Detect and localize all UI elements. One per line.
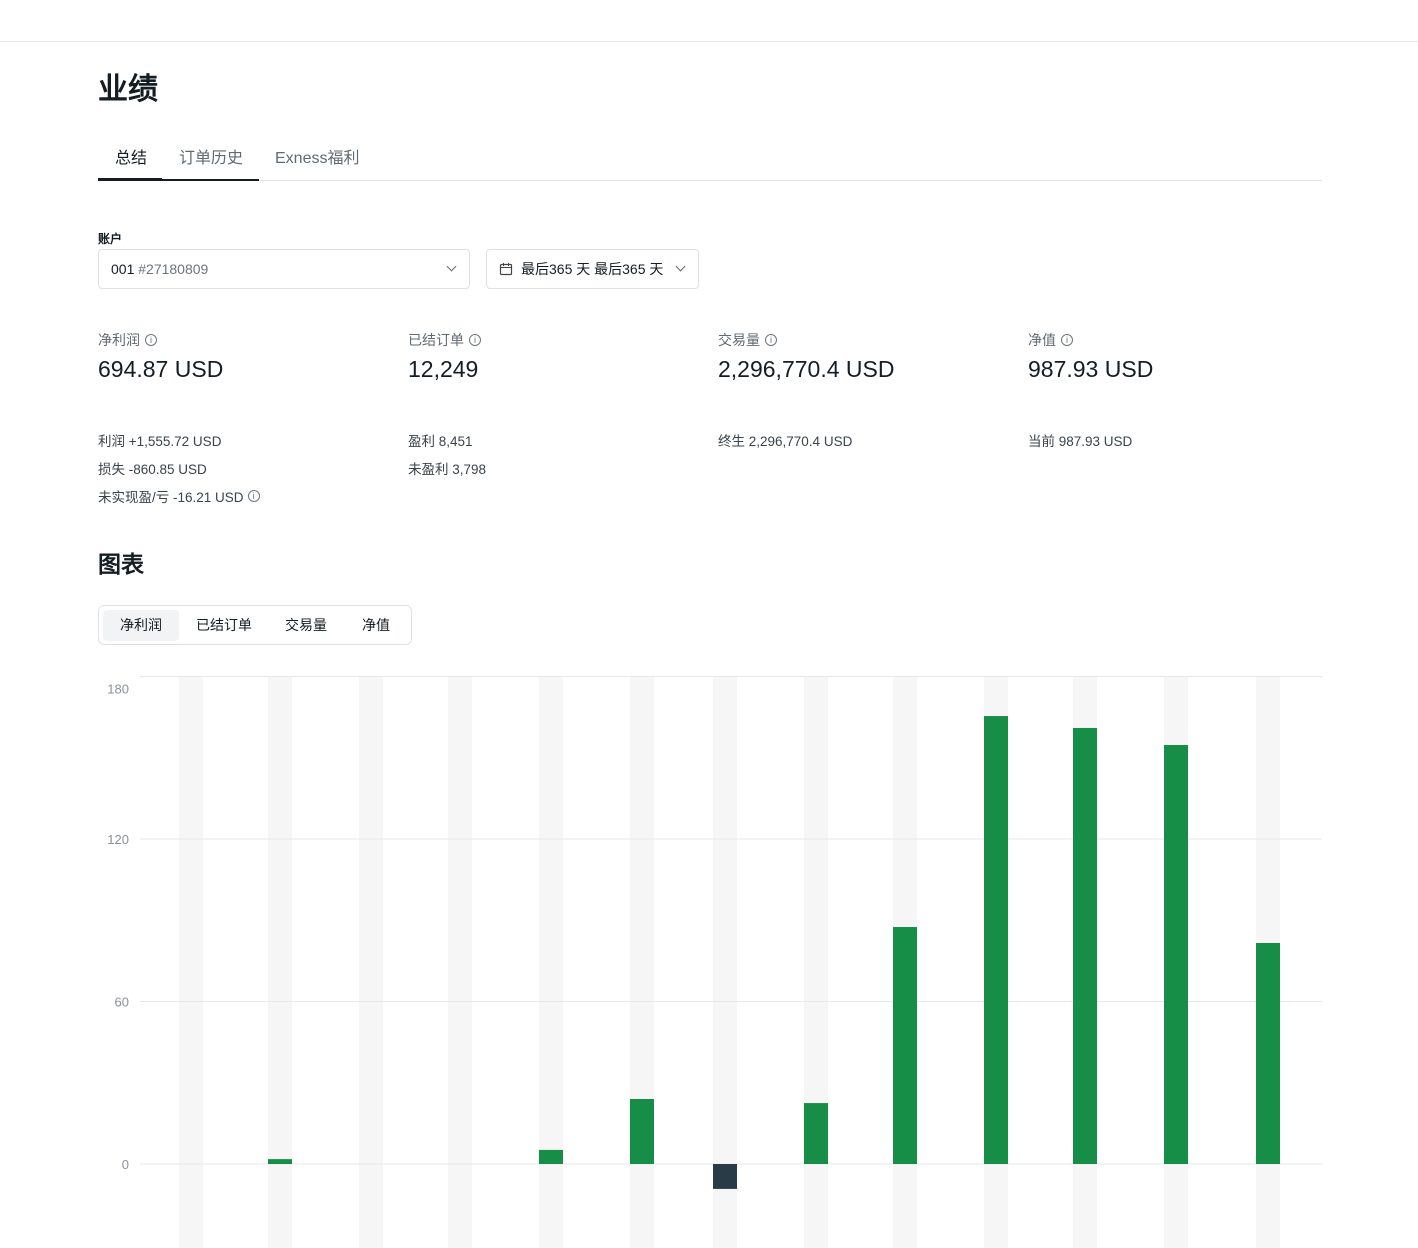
current-detail: 当前 987.93 USD <box>1028 434 1133 449</box>
metric-label: 已结订单 <box>408 332 464 348</box>
tab-exness-benefits[interactable]: Exness福利 <box>275 140 359 181</box>
account-id: #27180809 <box>138 261 209 277</box>
tab-order-history[interactable]: 订单历史 <box>162 140 259 181</box>
metric-value: 694.87 USD <box>98 356 224 382</box>
metric-label: 净利润 <box>98 332 140 348</box>
bar <box>539 1149 563 1164</box>
date-range-value: 最后365 天 最后365 天 <box>521 261 664 277</box>
calendar-icon <box>499 263 513 276</box>
tab-summary[interactable]: 总结 <box>98 140 162 181</box>
bar-track <box>179 676 203 1248</box>
top-bar <box>0 0 1418 42</box>
metric-label: 交易量 <box>718 332 760 348</box>
bar <box>1256 943 1280 1164</box>
info-icon[interactable]: i <box>765 334 777 346</box>
segment-net-profit[interactable]: 净利润 <box>103 610 179 641</box>
bar-track <box>448 676 472 1248</box>
bar-track <box>713 676 737 1248</box>
metric-closed-orders: 已结订单 i 12,249 <box>408 330 708 383</box>
profit-detail: 利润 +1,555.72 USD <box>98 434 222 449</box>
chevron-down-icon <box>446 261 457 272</box>
loss-detail: 损失 -860.85 USD <box>98 462 207 477</box>
y-tick-label: 120 <box>107 832 129 847</box>
metric-value: 12,249 <box>408 356 479 382</box>
chart-segment-control: 净利润 已结订单 交易量 净值 <box>98 605 412 645</box>
bar <box>713 1164 737 1189</box>
unrealized-detail: 未实现盈/亏 -16.21 USD i <box>98 486 260 506</box>
bar <box>893 927 917 1164</box>
page-title: 业绩 <box>98 73 158 106</box>
tab-bar: 总结 订单历史 Exness福利 <box>98 140 1322 181</box>
info-icon[interactable]: i <box>469 334 481 346</box>
profitable-detail: 盈利 8,451 <box>408 434 473 449</box>
metric-value: 987.93 USD <box>1028 356 1154 382</box>
unrealized-text: 未实现盈/亏 -16.21 USD <box>98 490 244 505</box>
segment-volume[interactable]: 交易量 <box>269 610 343 641</box>
info-icon[interactable]: i <box>145 334 157 346</box>
y-tick-label: 180 <box>107 682 129 697</box>
net-profit-chart: 0 60 120 180 <box>107 676 1322 1248</box>
bar <box>1073 727 1097 1164</box>
account-label: 账户 <box>98 232 123 246</box>
unprofitable-detail: 未盈利 3,798 <box>408 462 487 477</box>
lifetime-detail: 终生 2,296,770.4 USD <box>718 434 853 449</box>
y-tick-label: 0 <box>122 1157 129 1172</box>
metric-value: 2,296,770.4 USD <box>718 356 895 382</box>
metric-label: 净值 <box>1028 332 1056 348</box>
bar-track <box>359 676 383 1248</box>
charts-title: 图表 <box>98 551 144 577</box>
account-select[interactable]: 001 #27180809 <box>98 249 470 289</box>
metric-volume: 交易量 i 2,296,770.4 USD <box>718 330 1018 383</box>
metric-net-profit: 净利润 i 694.87 USD <box>98 330 398 383</box>
y-tick-label: 60 <box>115 995 129 1010</box>
bar <box>1164 745 1188 1164</box>
info-icon[interactable]: i <box>1061 334 1073 346</box>
bar <box>804 1103 828 1164</box>
segment-closed-orders[interactable]: 已结订单 <box>183 610 265 641</box>
segment-equity[interactable]: 净值 <box>347 610 405 641</box>
bar <box>984 716 1008 1164</box>
info-icon[interactable]: i <box>247 490 260 502</box>
chevron-down-icon <box>675 261 686 272</box>
metric-equity: 净值 i 987.93 USD <box>1028 330 1328 383</box>
date-range-select[interactable]: 最后365 天 最后365 天 <box>486 249 699 289</box>
bar <box>630 1099 654 1164</box>
bar <box>268 1159 292 1164</box>
account-number: 001 <box>111 261 135 277</box>
